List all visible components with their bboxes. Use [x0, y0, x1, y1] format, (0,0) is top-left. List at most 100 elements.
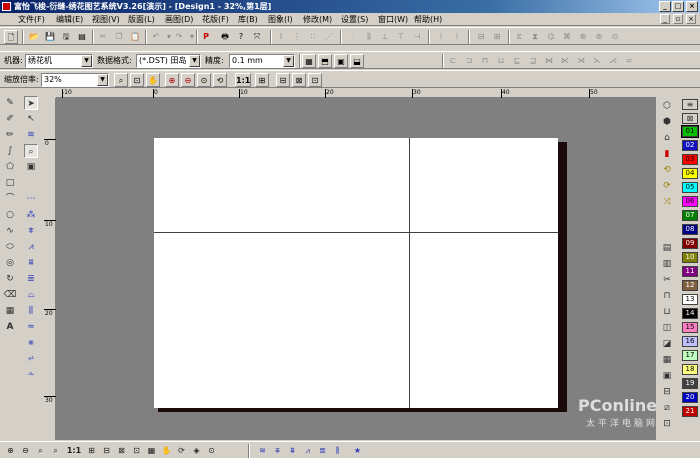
- stitch-type-1-icon[interactable]: ≋: [256, 444, 269, 457]
- hide-icon[interactable]: ◫: [660, 321, 674, 335]
- layer-tool-3-icon[interactable]: ▦: [660, 353, 674, 367]
- stitch-type-4-icon[interactable]: ⩘: [301, 444, 314, 457]
- new-file-icon[interactable]: 🗋: [4, 30, 18, 44]
- machine-setup-icon[interactable]: ▦: [302, 54, 316, 68]
- chevron-down-icon[interactable]: ▼: [81, 55, 92, 67]
- edit-tool-10-icon[interactable]: ⋋: [590, 54, 604, 68]
- stitch-wave-icon[interactable]: ≋: [24, 128, 38, 142]
- select-arrow-icon[interactable]: ➤: [24, 96, 38, 110]
- zoom-page-icon[interactable]: ⊟: [276, 73, 290, 87]
- zoom-fit-icon[interactable]: ⊙: [197, 73, 211, 87]
- zoom-select[interactable]: 32% ▼: [41, 73, 109, 87]
- palette-color-05[interactable]: 05: [682, 182, 698, 193]
- palette-color-11[interactable]: 11: [682, 266, 698, 277]
- pen-icon[interactable]: ✎: [3, 96, 17, 110]
- sequence-tool-2-icon[interactable]: ⟳: [660, 179, 674, 193]
- paste-icon[interactable]: 📋: [128, 30, 142, 44]
- mdi-minimize-button[interactable]: _: [660, 14, 670, 24]
- view-3d-icon[interactable]: ◈: [190, 444, 203, 457]
- color-tool-icon[interactable]: ▮: [660, 147, 674, 161]
- unlock-icon[interactable]: ⊔: [660, 305, 674, 319]
- pan-icon[interactable]: ✋: [160, 444, 173, 457]
- zoom-in-icon[interactable]: ⊕: [165, 73, 179, 87]
- design-page[interactable]: [154, 138, 558, 408]
- paint-icon[interactable]: ✏: [3, 128, 17, 142]
- print-icon[interactable]: 🖶: [218, 30, 232, 44]
- stitch-type-2-icon[interactable]: ⩨: [271, 444, 284, 457]
- zoom-page-icon[interactable]: ⊟: [100, 444, 113, 457]
- shape-tool-3-icon[interactable]: ⌂: [660, 131, 674, 145]
- sequence-tool-1-icon[interactable]: ⟲: [660, 163, 674, 177]
- vertical-guide-line[interactable]: [409, 138, 410, 408]
- palette-color-01[interactable]: 01: [681, 125, 699, 138]
- wave-stitch-icon[interactable]: ≈: [24, 320, 38, 334]
- align-tool-4-icon[interactable]: ⊤: [394, 30, 408, 44]
- zoom-all-icon[interactable]: ⊞: [255, 73, 269, 87]
- palette-color-21[interactable]: 21: [682, 406, 698, 417]
- precision-select[interactable]: 0.1 mm ▼: [229, 54, 295, 68]
- show-icon[interactable]: ◪: [660, 337, 674, 351]
- zoom-window-icon[interactable]: ⊠: [115, 444, 128, 457]
- chevron-down-icon[interactable]: ▼: [283, 55, 294, 67]
- context-help-icon[interactable]: ⤧: [250, 30, 264, 44]
- menu-help[interactable]: 帮助(H): [414, 14, 442, 25]
- save-disk-icon[interactable]: ▣: [334, 54, 348, 68]
- zoom-area-icon[interactable]: ⌕: [34, 444, 47, 457]
- undo-icon[interactable]: ↶: [149, 30, 163, 44]
- maximize-button[interactable]: □: [672, 1, 684, 12]
- transform-4-icon[interactable]: ⌘: [560, 30, 574, 44]
- menu-edit[interactable]: 编辑(E): [56, 14, 83, 25]
- column-stitch-icon[interactable]: ⫼: [24, 304, 38, 318]
- zoom-tool-icon[interactable]: ⌕: [24, 144, 38, 158]
- space-tool-2-icon[interactable]: ⁞: [450, 30, 464, 44]
- zoom-window-icon[interactable]: ⊡: [130, 73, 144, 87]
- stitch-type-5-icon[interactable]: ≣: [316, 444, 329, 457]
- palette-color-16[interactable]: 16: [682, 336, 698, 347]
- menu-layout[interactable]: 版面(L): [128, 14, 155, 25]
- zoom-prev-icon[interactable]: ⟲: [213, 73, 227, 87]
- zoom-out-icon[interactable]: ⊖: [181, 73, 195, 87]
- zoom-height-icon[interactable]: ⊡: [308, 73, 322, 87]
- zoom-actual-button[interactable]: 1:1: [235, 73, 251, 87]
- edit-tool-6-icon[interactable]: ⊒: [526, 54, 540, 68]
- edit-tool-5-icon[interactable]: ⊑: [510, 54, 524, 68]
- layer-tool-4-icon[interactable]: ⊟: [660, 385, 674, 399]
- stitch-type-6-icon[interactable]: ⫼: [331, 444, 344, 457]
- machine-select[interactable]: 绣花机 ▼: [25, 54, 93, 68]
- menu-window[interactable]: 窗口(W): [378, 14, 408, 25]
- brush-icon[interactable]: ✐: [3, 112, 17, 126]
- lock-icon[interactable]: ⊓: [660, 289, 674, 303]
- zoom-in-icon[interactable]: ⊕: [4, 444, 17, 457]
- zoom-width-icon[interactable]: ⊠: [292, 73, 306, 87]
- stitch-tool-2-icon[interactable]: ⋮: [290, 30, 304, 44]
- grid-toggle-icon[interactable]: ▦: [145, 444, 158, 457]
- scissors-icon[interactable]: ✂: [660, 273, 674, 287]
- fill-icon[interactable]: ▣: [24, 160, 38, 174]
- minimize-button[interactable]: _: [659, 1, 671, 12]
- size-tool-1-icon[interactable]: ⊟: [474, 30, 488, 44]
- palette-color-14[interactable]: 14: [682, 308, 698, 319]
- zoom-select-icon[interactable]: ⌕: [114, 73, 128, 87]
- chevron-down-icon[interactable]: ▼: [189, 55, 200, 67]
- redo-icon[interactable]: ↷: [172, 30, 186, 44]
- palette-color-18[interactable]: 18: [682, 364, 698, 375]
- grid-icon[interactable]: ▦: [3, 304, 17, 318]
- transform-6-icon[interactable]: ⊚: [592, 30, 606, 44]
- stitch-tool-4-icon[interactable]: ⋰: [322, 30, 336, 44]
- arch-stitch-icon[interactable]: ⌓: [24, 288, 38, 302]
- menu-view[interactable]: 视图(V): [92, 14, 120, 25]
- palette-color-15[interactable]: 15: [682, 322, 698, 333]
- menu-modify[interactable]: 修改(M): [303, 14, 332, 25]
- open-icon[interactable]: 📂: [27, 30, 41, 44]
- text-tool-icon[interactable]: A: [3, 320, 17, 334]
- palette-color-09[interactable]: 09: [682, 238, 698, 249]
- shape-tool-1-icon[interactable]: ⬡: [660, 99, 674, 113]
- refresh-icon[interactable]: ⟳: [175, 444, 188, 457]
- tatami-stitch-icon[interactable]: ≣: [24, 272, 38, 286]
- stamp-icon[interactable]: ⊡: [660, 417, 674, 431]
- horizontal-guide-line[interactable]: [154, 232, 558, 233]
- menu-library[interactable]: 库(B): [238, 14, 258, 25]
- transform-2-icon[interactable]: ⧗: [528, 30, 542, 44]
- menu-settings[interactable]: 设置(S): [341, 14, 368, 25]
- stitch-type-3-icon[interactable]: ⩩: [286, 444, 299, 457]
